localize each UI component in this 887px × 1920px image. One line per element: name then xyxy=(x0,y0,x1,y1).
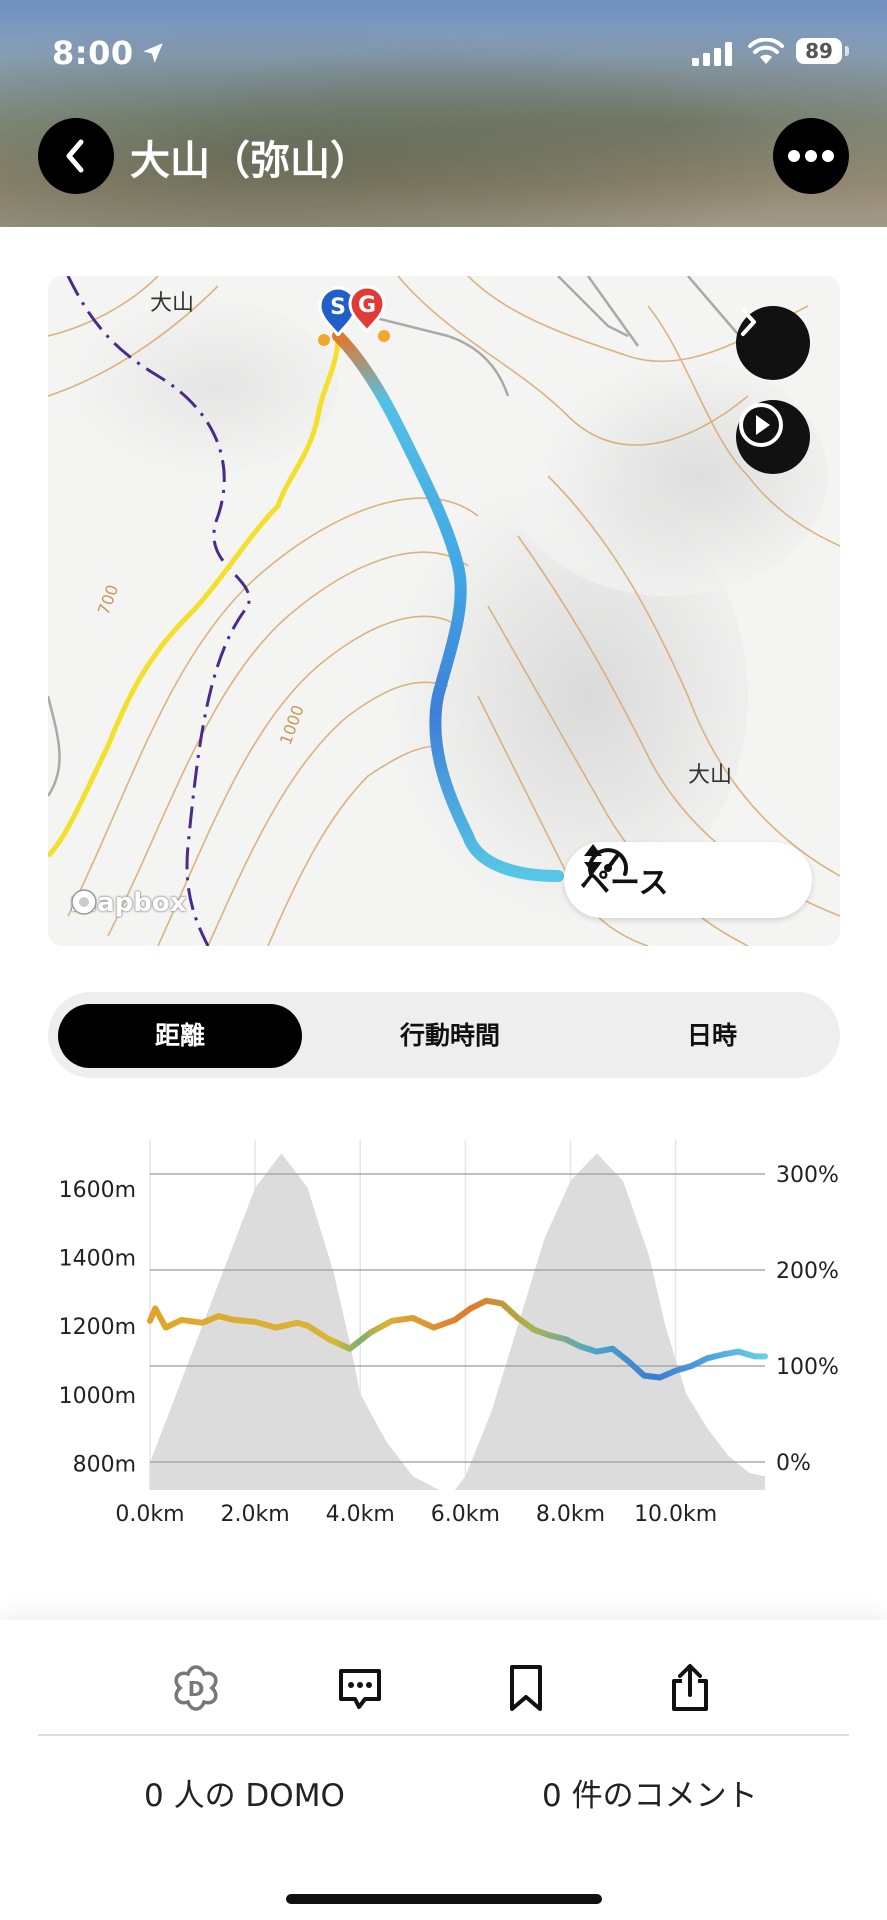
map-play-button[interactable] xyxy=(736,400,810,474)
back-button[interactable] xyxy=(38,118,114,194)
status-bar: 8:00 89 xyxy=(0,34,887,74)
y-right-tick-label: 100% xyxy=(776,1355,839,1380)
start-marker-label: S xyxy=(330,295,346,320)
wifi-icon xyxy=(748,38,784,64)
map-label-daisen-top: 大山 xyxy=(150,291,194,316)
domo-flower-icon: D xyxy=(174,1665,218,1711)
comment-bubble-icon xyxy=(339,1669,381,1709)
tab-datetime[interactable]: 日時 xyxy=(592,1004,832,1068)
x-tick-label: 8.0km xyxy=(536,1502,605,1527)
sort-updown-icon xyxy=(584,844,602,874)
bookmark-button[interactable] xyxy=(494,1656,558,1720)
goal-marker-label: G xyxy=(358,293,376,318)
domo-button[interactable]: D xyxy=(164,1656,228,1720)
home-indicator xyxy=(286,1894,602,1904)
bottom-action-bar: D 0 人の DOMO 0 件のコメント xyxy=(0,1620,887,1920)
x-tick-label: 0.0km xyxy=(115,1502,184,1527)
more-options-button[interactable] xyxy=(773,118,849,194)
chevron-right-icon xyxy=(741,308,756,336)
map-next-button[interactable] xyxy=(736,306,810,380)
x-tick-label: 4.0km xyxy=(326,1502,395,1527)
location-arrow-icon xyxy=(143,43,163,63)
map-label-daisen-bottom: 大山 xyxy=(688,763,732,788)
contour-label-1000: 1000 xyxy=(276,703,308,748)
share-button[interactable] xyxy=(658,1656,722,1720)
y-right-tick-label: 0% xyxy=(776,1451,811,1476)
x-tick-label: 6.0km xyxy=(431,1502,500,1527)
x-tick-label: 10.0km xyxy=(634,1502,717,1527)
status-time: 8:00 xyxy=(52,34,134,72)
pace-selector[interactable]: ペース xyxy=(564,842,812,918)
bookmark-icon xyxy=(510,1665,542,1711)
x-axis-mode-tabs: 距離 行動時間 日時 xyxy=(48,992,840,1078)
y-left-tick-label: 1400m xyxy=(59,1246,136,1271)
share-icon xyxy=(672,1664,708,1711)
page-title: 大山（弥山） xyxy=(130,138,370,184)
battery-indicator: 89 xyxy=(796,38,842,64)
y-left-tick-label: 1000m xyxy=(59,1384,136,1409)
y-left-tick-label: 800m xyxy=(73,1453,136,1478)
cellular-signal-icon xyxy=(692,42,732,66)
play-circle-icon xyxy=(739,403,783,447)
header-photo-banner: 8:00 89 大山（弥山） xyxy=(0,0,887,227)
tab-active-time[interactable]: 行動時間 xyxy=(330,1004,570,1068)
route-map[interactable]: 大山 大山 700 1000 S G ペース mapbox xyxy=(48,276,840,946)
y-right-tick-label: 200% xyxy=(776,1259,839,1284)
y-right-tick-label: 300% xyxy=(776,1163,839,1188)
more-dots-icon xyxy=(788,150,834,162)
contour-label-700: 700 xyxy=(94,582,122,617)
y-left-tick-label: 1200m xyxy=(59,1315,136,1340)
elevation-pace-chart: 1600m 1400m 1200m 1000m 800m 300% 200% 100% 0% 0.… xyxy=(59,1140,839,1527)
tab-distance[interactable]: 距離 xyxy=(58,1004,302,1068)
svg-text:D: D xyxy=(188,1677,205,1701)
divider xyxy=(38,1734,849,1736)
comment-button[interactable] xyxy=(328,1656,392,1720)
domo-count[interactable]: 0 人の DOMO xyxy=(144,1770,345,1815)
chevron-left-icon xyxy=(66,139,84,173)
start-goal-markers: S G xyxy=(318,286,386,337)
comment-count[interactable]: 0 件のコメント xyxy=(542,1770,758,1815)
y-left-tick-label: 1600m xyxy=(59,1178,136,1203)
mapbox-attribution[interactable]: mapbox xyxy=(70,888,187,918)
x-tick-label: 2.0km xyxy=(221,1502,290,1527)
mapbox-logo-icon xyxy=(71,889,97,915)
